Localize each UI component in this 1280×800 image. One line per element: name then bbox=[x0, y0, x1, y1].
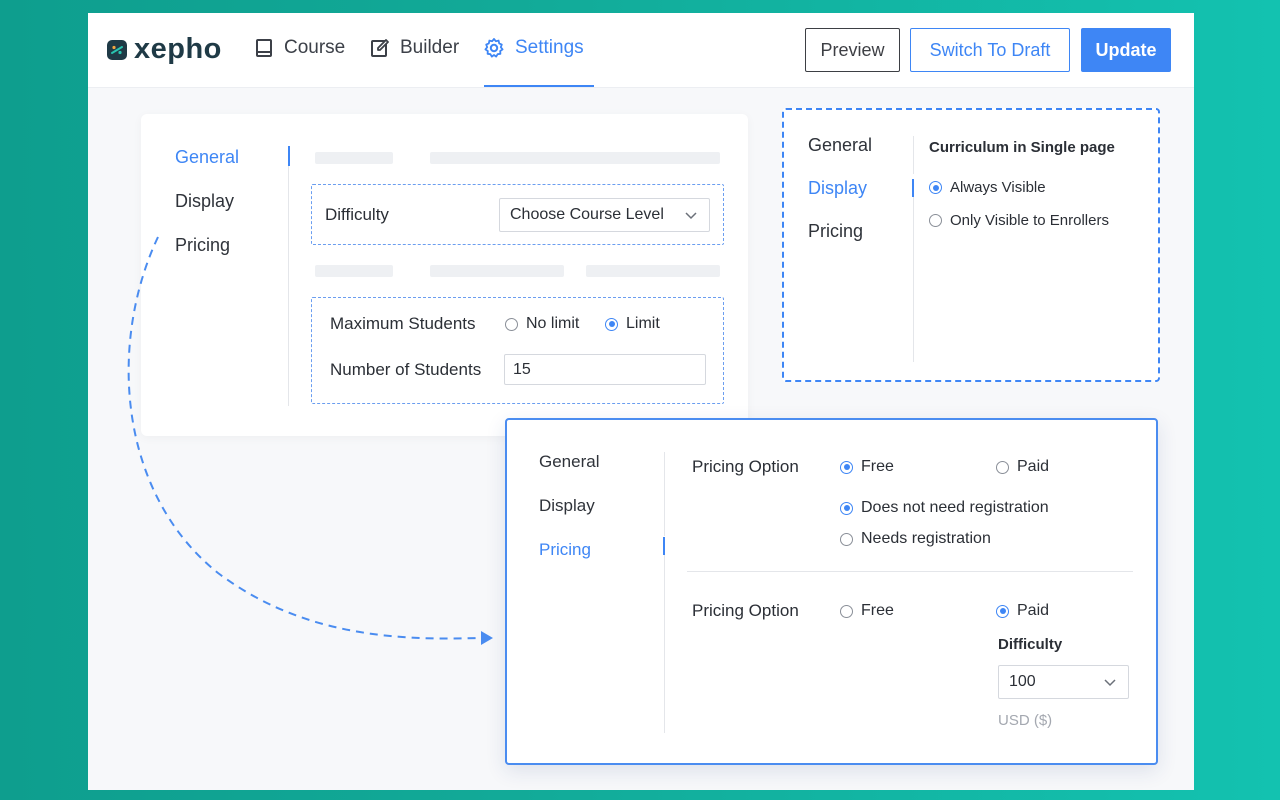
tab-general[interactable]: General bbox=[539, 452, 599, 472]
active-tab-underline bbox=[484, 85, 594, 87]
radio-circle-selected bbox=[605, 317, 618, 331]
tab-display[interactable]: Display bbox=[539, 496, 595, 516]
needs-registration-label: Needs registration bbox=[861, 530, 991, 547]
placeholder-bar bbox=[586, 265, 720, 277]
always-visible-radio[interactable]: Always Visible bbox=[929, 179, 1046, 196]
gear-icon bbox=[484, 38, 504, 58]
pricing-option-label: Pricing Option bbox=[692, 601, 799, 620]
nav-settings-label: Settings bbox=[515, 37, 584, 58]
paid-label: Paid bbox=[1017, 602, 1050, 619]
course-level-select[interactable]: Choose Course Level bbox=[499, 198, 710, 232]
radio-circle bbox=[840, 532, 853, 546]
radio-circle-selected bbox=[840, 501, 853, 515]
radio-circle-selected bbox=[929, 181, 942, 194]
preview-button[interactable]: Preview bbox=[805, 28, 900, 72]
pricing-settings-card: General Display Pricing Pricing Option F… bbox=[505, 418, 1158, 765]
divider bbox=[664, 452, 665, 536]
course-level-value: Choose Course Level bbox=[510, 206, 664, 223]
nav-builder-label: Builder bbox=[400, 37, 460, 58]
needs-registration-radio[interactable]: Needs registration bbox=[840, 530, 991, 548]
radio-circle bbox=[929, 214, 942, 227]
num-students-value: 15 bbox=[513, 360, 531, 378]
radio-circle-selected bbox=[840, 460, 853, 474]
difficulty-label: Difficulty bbox=[325, 205, 389, 224]
free-label: Free bbox=[861, 458, 894, 475]
price-value: 100 bbox=[1009, 673, 1036, 690]
update-button[interactable]: Update bbox=[1081, 28, 1171, 72]
tab-display[interactable]: Display bbox=[175, 191, 234, 212]
chevron-down-icon bbox=[685, 212, 697, 220]
radio-circle bbox=[840, 604, 853, 618]
no-registration-radio[interactable]: Does not need registration bbox=[840, 499, 1049, 517]
placeholder-bar bbox=[315, 265, 393, 277]
tab-pricing[interactable]: Pricing bbox=[175, 235, 230, 256]
radio-circle-selected bbox=[996, 604, 1009, 618]
only-enrollers-radio[interactable]: Only Visible to Enrollers bbox=[929, 212, 1109, 229]
limit-radio[interactable]: Limit bbox=[605, 315, 660, 333]
active-tab-marker bbox=[288, 146, 290, 166]
tab-display[interactable]: Display bbox=[808, 178, 867, 199]
brand-name: xepho bbox=[134, 33, 222, 65]
difficulty-label: Difficulty bbox=[998, 636, 1063, 653]
switch-to-draft-button[interactable]: Switch To Draft bbox=[910, 28, 1070, 72]
display-settings-card: General Display Pricing Curriculum in Si… bbox=[782, 108, 1160, 382]
nav-course-label: Course bbox=[284, 37, 346, 58]
tab-general[interactable]: General bbox=[808, 135, 872, 156]
paid-label: Paid bbox=[1017, 458, 1050, 475]
no-registration-label: Does not need registration bbox=[861, 499, 1049, 516]
free-radio[interactable]: Free bbox=[840, 602, 894, 620]
free-label: Free bbox=[861, 602, 894, 619]
tab-pricing[interactable]: Pricing bbox=[539, 540, 591, 560]
nav-settings[interactable]: Settings bbox=[483, 37, 584, 59]
no-limit-label: No limit bbox=[526, 315, 580, 332]
price-select[interactable]: 100 bbox=[998, 665, 1129, 699]
app-window: xepho Course Builder Settings Preview Sw… bbox=[88, 13, 1194, 790]
active-tab-marker bbox=[663, 537, 665, 555]
divider bbox=[664, 555, 665, 733]
no-limit-radio[interactable]: No limit bbox=[505, 315, 579, 333]
divider bbox=[913, 197, 914, 362]
tab-pricing[interactable]: Pricing bbox=[808, 221, 863, 242]
always-visible-label: Always Visible bbox=[950, 179, 1046, 196]
general-settings-card: General Display Pricing Difficulty Choos… bbox=[141, 114, 748, 436]
book-icon bbox=[256, 39, 272, 57]
num-students-input[interactable]: 15 bbox=[504, 354, 706, 385]
brand-logo[interactable]: xepho bbox=[107, 35, 222, 64]
paid-radio[interactable]: Paid bbox=[996, 602, 1049, 620]
placeholder-bar bbox=[430, 265, 564, 277]
section-divider bbox=[687, 571, 1133, 572]
nav-course[interactable]: Course bbox=[254, 37, 345, 59]
paid-radio[interactable]: Paid bbox=[996, 458, 1049, 476]
active-tab-marker bbox=[912, 179, 914, 197]
top-bar: xepho Course Builder Settings Preview Sw… bbox=[88, 13, 1194, 88]
free-radio[interactable]: Free bbox=[840, 458, 894, 476]
tab-general[interactable]: General bbox=[175, 147, 239, 168]
placeholder-bar bbox=[430, 152, 720, 164]
chevron-down-icon bbox=[1104, 679, 1116, 687]
radio-circle bbox=[505, 317, 518, 331]
curriculum-heading: Curriculum in Single page bbox=[929, 139, 1115, 156]
limit-label: Limit bbox=[626, 315, 660, 332]
divider bbox=[288, 166, 289, 406]
logo-icon bbox=[107, 39, 127, 60]
edit-icon bbox=[371, 39, 389, 57]
nav-builder[interactable]: Builder bbox=[370, 37, 459, 59]
placeholder-bar bbox=[315, 152, 393, 164]
only-enrollers-label: Only Visible to Enrollers bbox=[950, 212, 1109, 229]
radio-circle bbox=[996, 460, 1009, 474]
max-students-label: Maximum Students bbox=[330, 314, 476, 333]
divider bbox=[913, 136, 914, 174]
currency-label: USD ($) bbox=[998, 712, 1053, 729]
pricing-option-label: Pricing Option bbox=[692, 457, 799, 476]
num-students-label: Number of Students bbox=[330, 360, 482, 379]
